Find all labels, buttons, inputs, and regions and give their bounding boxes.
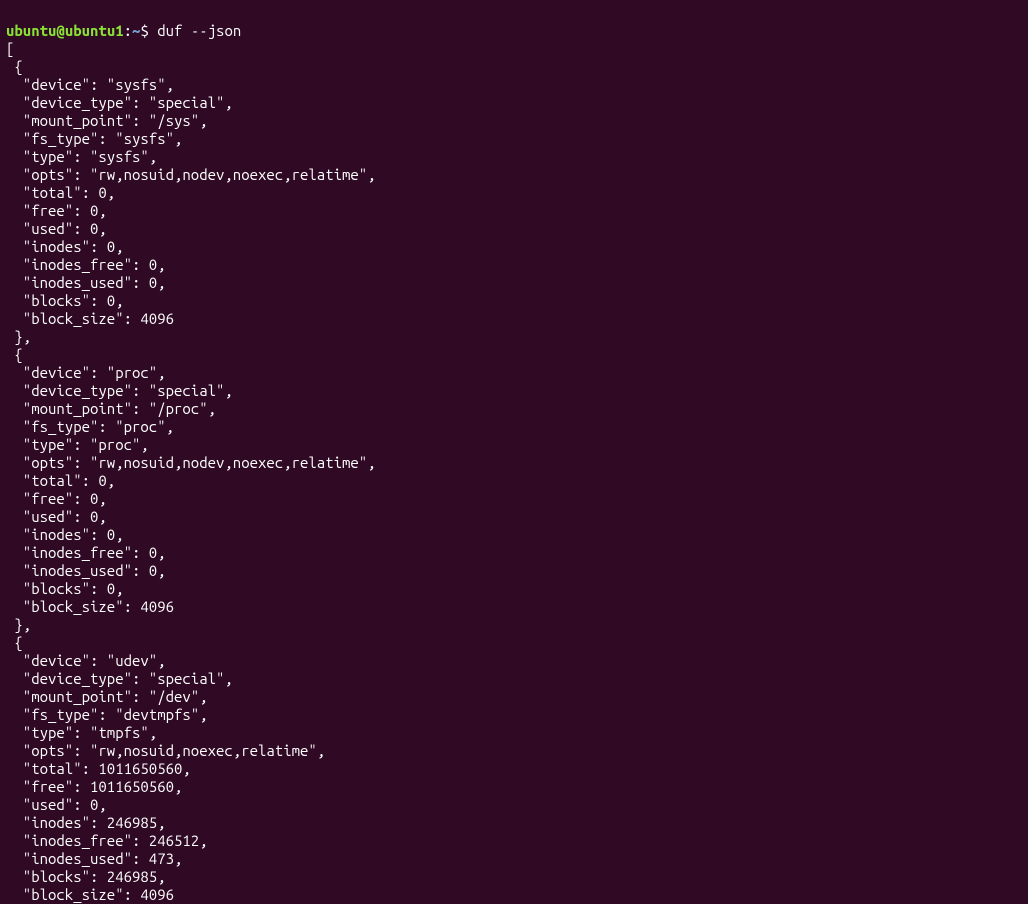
prompt-sign: $	[140, 22, 157, 39]
prompt-colon: :	[124, 22, 132, 39]
prompt-line: ubuntu@ubuntu1:~$ duf --json	[6, 22, 241, 39]
command-output: [ { "device": "sysfs", "device_type": "s…	[6, 40, 376, 904]
prompt-user: ubuntu	[6, 22, 56, 39]
command-text: duf --json	[157, 22, 241, 39]
prompt-at: @	[56, 22, 64, 39]
terminal[interactable]: ubuntu@ubuntu1:~$ duf --json [ { "device…	[0, 0, 1028, 904]
prompt-host: ubuntu1	[65, 22, 124, 39]
